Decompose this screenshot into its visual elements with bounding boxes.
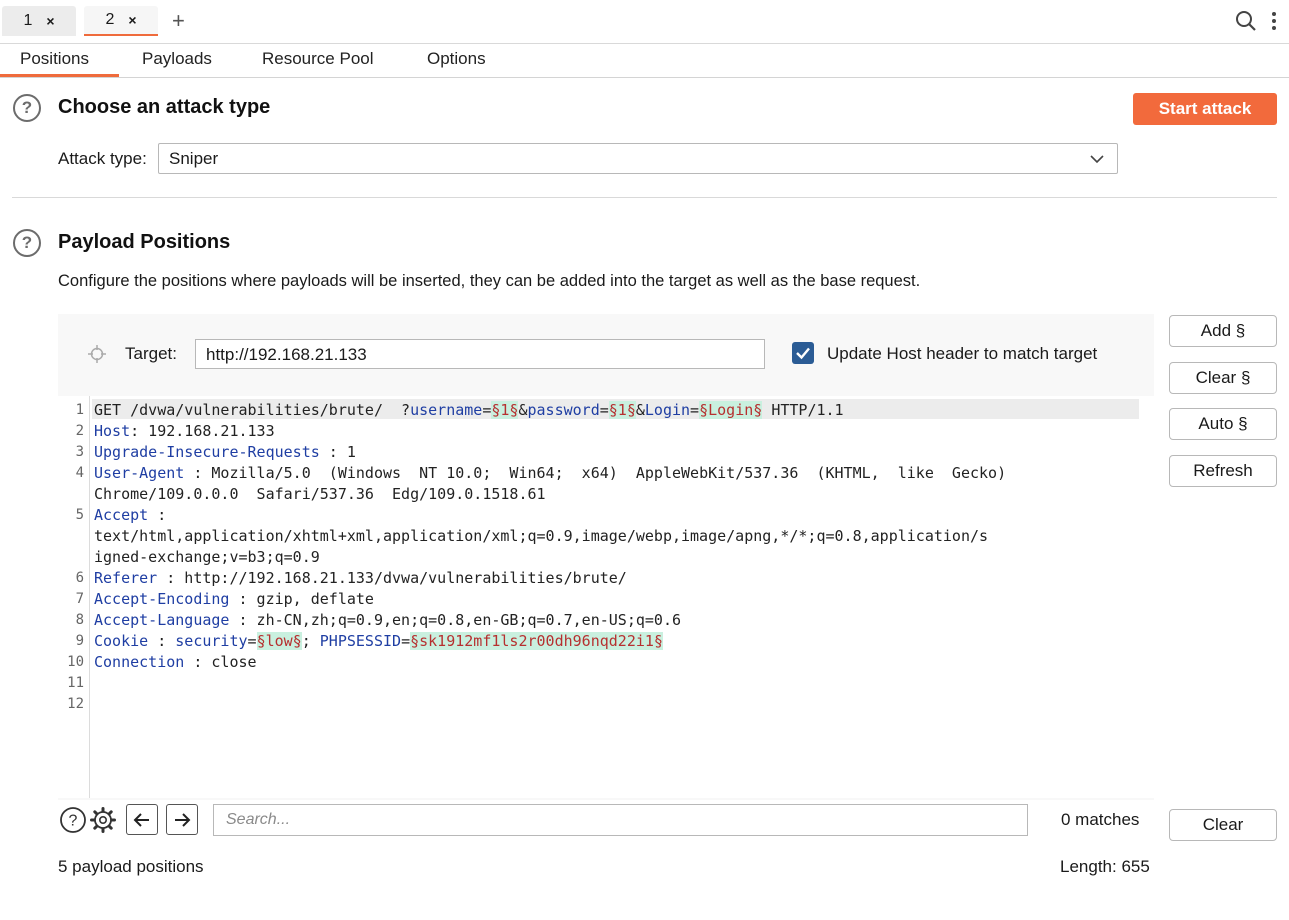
tab-options[interactable]: Options	[427, 49, 486, 69]
attack-type-label: Attack type:	[58, 149, 147, 168]
divider	[12, 197, 1277, 198]
tab-label: 1	[23, 12, 33, 29]
line-number: 9	[75, 633, 84, 649]
intruder-tabs: Positions Payloads Resource Pool Options	[0, 44, 1289, 78]
payload-positions-description: Configure the positions where payloads w…	[58, 272, 921, 290]
header-line-continued: text/html,application/xhtml+xml,applicat…	[94, 527, 989, 545]
header-line: Connection : close	[94, 653, 257, 671]
tab-resource-pool[interactable]: Resource Pool	[262, 49, 374, 69]
request-length: Length: 655	[1060, 857, 1150, 876]
line-number-gutter: 1 2 3 4 5 6 7 8 9 10 11 12	[58, 396, 90, 798]
search-input[interactable]: Search...	[213, 804, 1028, 836]
close-icon[interactable]: ×	[46, 13, 54, 29]
checkmark-icon	[796, 347, 810, 360]
refresh-button[interactable]: Refresh	[1169, 455, 1277, 487]
active-tab-indicator	[0, 74, 119, 77]
line-number: 12	[67, 696, 84, 712]
toolbar-icons	[1235, 10, 1277, 37]
payload-marker: §1§	[491, 401, 519, 419]
arrow-left-icon	[133, 812, 149, 827]
line-number: 5	[75, 507, 84, 523]
update-host-label[interactable]: Update Host header to match target	[827, 344, 1097, 364]
settings-gear-icon[interactable]	[87, 804, 119, 835]
help-icon[interactable]: ?	[13, 229, 41, 257]
help-icon[interactable]: ?	[57, 804, 89, 835]
tab-1[interactable]: 1 ×	[2, 6, 76, 36]
tab-label: 2	[105, 11, 115, 28]
request-line: GET /dvwa/vulnerabilities/brute/ ?userna…	[94, 401, 844, 419]
previous-match-button[interactable]	[126, 804, 158, 835]
close-icon[interactable]: ×	[128, 12, 136, 28]
attack-type-value: Sniper	[169, 149, 219, 168]
payload-marker: §sk1912mf1ls2r00dh96nqd22i1§	[410, 632, 663, 650]
line-number: 11	[67, 675, 84, 691]
search-icon[interactable]	[1235, 10, 1257, 37]
clear-markers-button[interactable]: Clear §	[1169, 362, 1277, 394]
line-number: 1	[75, 402, 84, 418]
target-crosshair-icon	[88, 345, 106, 368]
payload-positions-count: 5 payload positions	[58, 857, 204, 876]
header-line-continued: igned-exchange;v=b3;q=0.9	[94, 548, 320, 566]
payload-marker: §low§	[256, 632, 302, 650]
target-label: Target:	[125, 344, 177, 363]
clear-search-button[interactable]: Clear	[1169, 809, 1277, 841]
match-count: 0 matches	[1061, 810, 1140, 829]
payload-positions-heading: Payload Positions	[58, 231, 231, 253]
auto-markers-button[interactable]: Auto §	[1169, 408, 1277, 440]
next-match-button[interactable]	[166, 804, 198, 835]
svg-text:?: ?	[69, 812, 78, 829]
header-line-continued: Chrome/109.0.0.0 Safari/537.36 Edg/109.0…	[94, 485, 546, 503]
line-number: 4	[75, 465, 84, 481]
header-line: Upgrade-Insecure-Requests : 1	[94, 443, 356, 461]
line-number: 2	[75, 423, 84, 439]
payload-marker: §1§	[608, 401, 636, 419]
request-editor[interactable]: 1 2 3 4 5 6 7 8 9 10 11 12 GET /dvwa/vul…	[58, 396, 1154, 798]
line-number: 10	[67, 654, 84, 670]
attack-type-select[interactable]: Sniper	[158, 143, 1118, 174]
target-input[interactable]: http://192.168.21.133	[195, 339, 765, 369]
tab-positions[interactable]: Positions	[20, 49, 89, 69]
chevron-down-icon	[1089, 151, 1105, 172]
payload-marker: §Login§	[699, 401, 763, 419]
arrow-right-icon	[175, 812, 191, 827]
cookie-line: Cookie : security=§low§; PHPSESSID=§sk19…	[94, 632, 663, 650]
update-host-checkbox[interactable]	[792, 342, 814, 364]
line-number: 3	[75, 444, 84, 460]
help-icon[interactable]: ?	[13, 94, 41, 122]
header-line: User-Agent : Mozilla/5.0 (Windows NT 10.…	[94, 464, 1007, 482]
line-number: 6	[75, 570, 84, 586]
header-line: Host: 192.168.21.133	[94, 422, 275, 440]
header-line: Accept-Encoding : gzip, deflate	[94, 590, 374, 608]
line-number: 8	[75, 612, 84, 628]
attack-type-heading: Choose an attack type	[58, 96, 271, 118]
start-attack-button[interactable]: Start attack	[1133, 93, 1277, 125]
add-marker-button[interactable]: Add §	[1169, 315, 1277, 347]
header-line: Accept-Language : zh-CN,zh;q=0.9,en;q=0.…	[94, 611, 682, 629]
tab-strip: 1 × 2 × +	[0, 0, 1289, 44]
tab-payloads[interactable]: Payloads	[142, 49, 212, 69]
header-line: Accept :	[94, 506, 167, 524]
header-line: Referer : http://192.168.21.133/dvwa/vul…	[94, 569, 627, 587]
line-number: 7	[75, 591, 84, 607]
more-options-icon[interactable]	[1271, 11, 1277, 36]
add-tab-icon[interactable]: +	[172, 10, 185, 32]
tab-2[interactable]: 2 ×	[84, 6, 158, 36]
